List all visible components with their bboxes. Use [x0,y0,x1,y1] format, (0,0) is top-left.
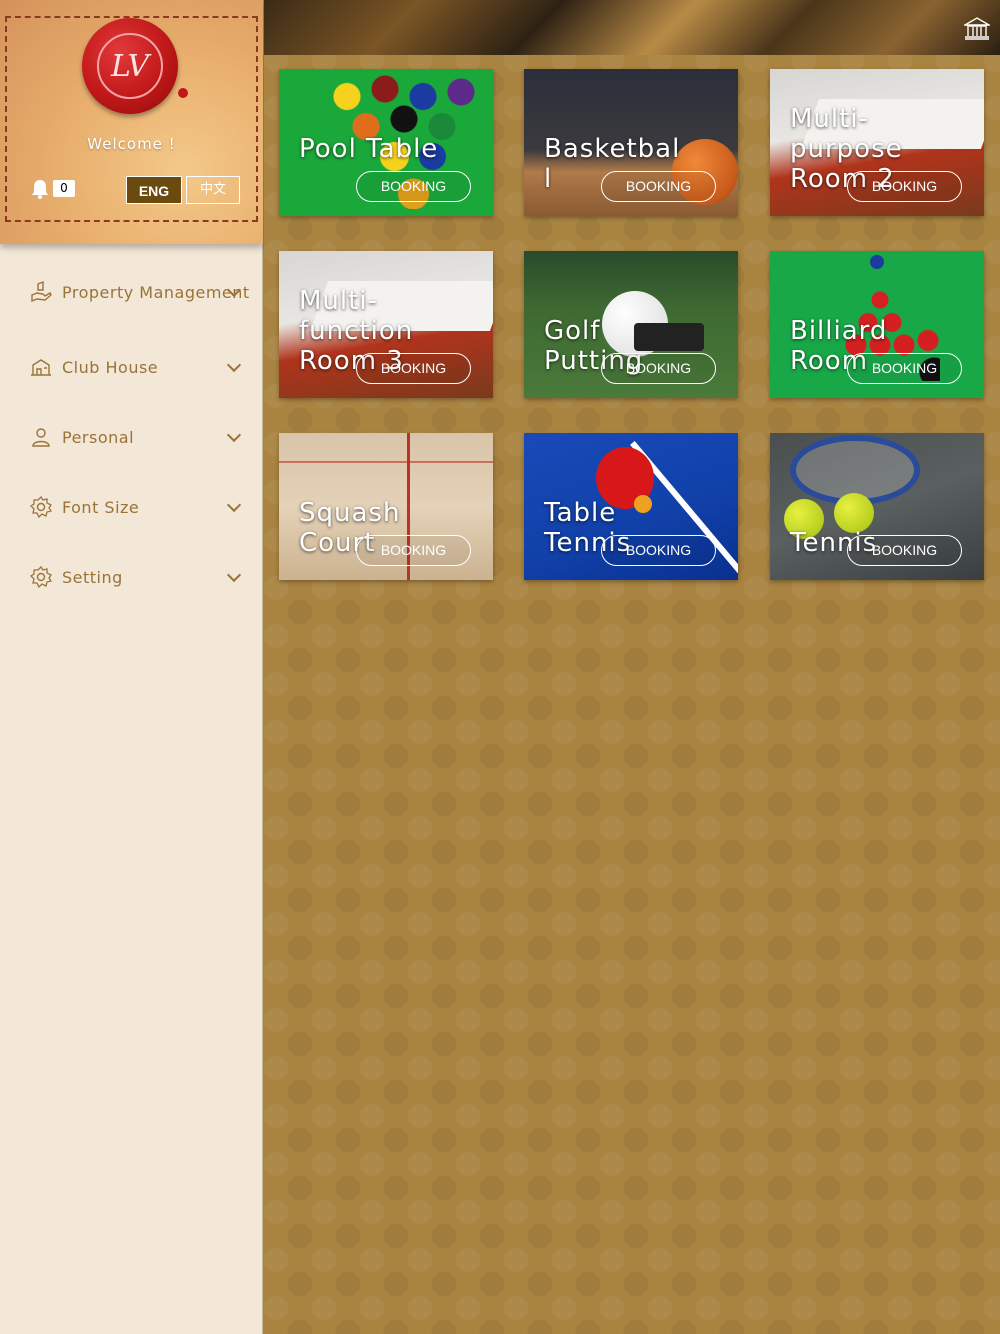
facility-tile-pool-table[interactable]: Pool Table BOOKING [279,69,493,216]
gear-icon [30,566,52,588]
wax-seal-logo: LV [82,18,178,114]
tennis-ball-image [834,493,874,533]
person-icon [32,428,50,447]
chevron-down-icon [226,357,242,373]
main-content: Pool Table BOOKING Basketball BOOKING Mu… [264,0,1000,1334]
menu-item-personal[interactable]: Personal [0,402,263,472]
booking-button[interactable]: BOOKING [847,171,962,202]
booking-button[interactable]: BOOKING [601,535,716,566]
menu-item-font-size[interactable]: Font Size [0,472,263,542]
chevron-down-icon [226,497,242,513]
seal-drop [178,88,188,98]
menu-item-property-management[interactable]: Property Management [0,252,263,332]
facility-title: Pool Table [299,134,439,164]
lang-english-button[interactable]: ENG [126,176,182,204]
booking-button[interactable]: BOOKING [356,171,471,202]
booking-button[interactable]: BOOKING [847,535,962,566]
bell-icon[interactable] [31,179,49,199]
gear-icon [30,496,52,518]
facility-tile-multi-function-room-3[interactable]: Multi-function Room 3 BOOKING [279,251,493,398]
sidebar-menu: Property Management Club House Personal … [0,252,263,612]
booking-button[interactable]: BOOKING [847,353,962,384]
chevron-down-icon [226,427,242,443]
booking-button[interactable]: BOOKING [601,171,716,202]
menu-label: Club House [62,357,159,377]
lang-chinese-button[interactable]: 中文 [186,176,240,204]
profile-panel: LV Welcome ! 0 ENG 中文 [0,0,263,244]
clubhouse-icon [31,359,51,376]
facility-tile-multi-purpose-room-2[interactable]: Multi-purpose Room 2 BOOKING [770,69,984,216]
menu-item-club-house[interactable]: Club House [0,332,263,402]
hand-building-icon [31,281,52,303]
menu-item-setting[interactable]: Setting [0,542,263,612]
facility-tile-billiard-room[interactable]: Billiard Room BOOKING [770,251,984,398]
menu-label: Setting [62,567,123,587]
blue-ball-image [870,255,884,269]
court-line [279,461,493,463]
facility-tile-squash-court[interactable]: Squash Court BOOKING [279,433,493,580]
sidebar: LV Welcome ! 0 ENG 中文 Property Managemen… [0,0,263,1334]
menu-label: Property Management [62,282,250,302]
booking-button[interactable]: BOOKING [601,353,716,384]
menu-label: Personal [62,427,135,447]
booking-button[interactable]: BOOKING [356,353,471,384]
clubhouse-home-icon[interactable] [964,16,990,40]
chevron-down-icon [226,567,242,583]
top-banner [264,0,1000,55]
facility-tile-golf-putting[interactable]: Golf Putting BOOKING [524,251,738,398]
facility-tile-tennis[interactable]: Tennis BOOKING [770,433,984,580]
seal-monogram: LV [97,33,163,99]
facility-tile-table-tennis[interactable]: Table Tennis BOOKING [524,433,738,580]
notification-count: 0 [53,180,75,197]
booking-button[interactable]: BOOKING [356,535,471,566]
facility-tile-basketball[interactable]: Basketball BOOKING [524,69,738,216]
welcome-text: Welcome ! [87,135,176,153]
menu-label: Font Size [62,497,140,517]
